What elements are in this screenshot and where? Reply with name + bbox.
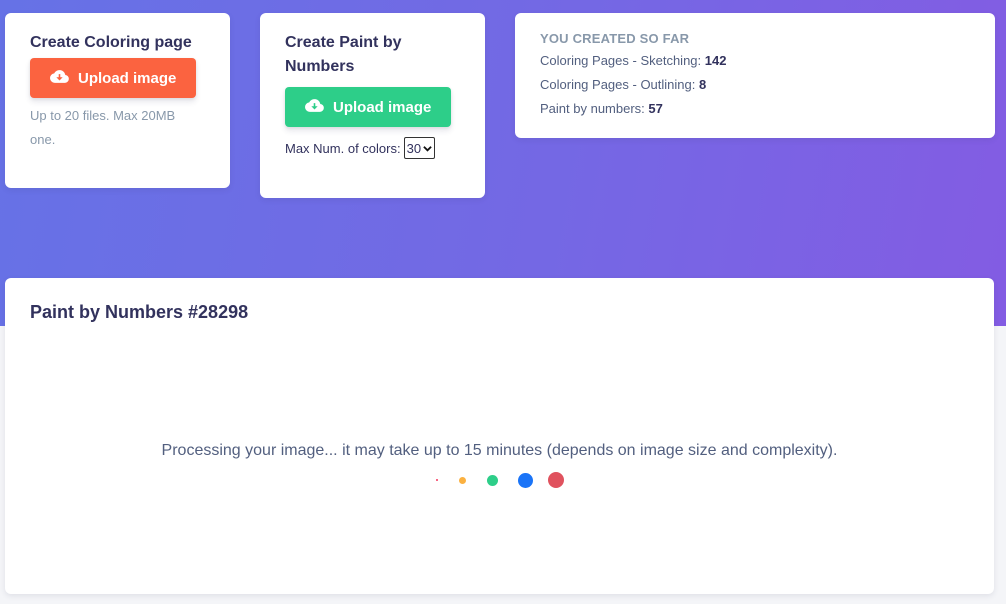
cloud-download-icon — [50, 67, 69, 90]
processing-message: Processing your image... it may take up … — [161, 442, 838, 459]
stats-value: 8 — [698, 77, 707, 92]
pbn-upload-button[interactable]: Upload image — [285, 87, 452, 127]
pbn-card-title: Create Paint by Numbers — [285, 34, 402, 75]
stats-value: 57 — [648, 101, 663, 116]
loading-indicator — [5, 472, 994, 488]
loader-dot — [486, 474, 498, 486]
stats-label: Paint by numbers: — [540, 101, 649, 116]
cloud-download-icon — [305, 96, 324, 119]
result-card: Paint by Numbers #28298 Processing your … — [5, 278, 994, 594]
pbn-upload-label: Upload image — [333, 98, 432, 116]
stats-line-sketching: Coloring Pages - Sketching: 142 — [540, 49, 970, 73]
stats-line-outlining: Coloring Pages - Outlining: 8 — [540, 73, 970, 97]
stats-line-paint-by-numbers: Paint by numbers: 57 — [540, 97, 970, 121]
create-paint-by-numbers-card: Create Paint by Numbers Upload image Max… — [260, 13, 485, 198]
stats-label: Coloring Pages - Outlining: — [540, 77, 699, 92]
max-colors-row: Max Num. of colors: 30 — [285, 137, 460, 159]
coloring-upload-button[interactable]: Upload image — [30, 58, 197, 98]
coloring-upload-label: Upload image — [78, 69, 177, 87]
stats-value: 142 — [704, 53, 727, 68]
result-title: Paint by Numbers #28298 — [30, 302, 249, 322]
created-stats-card: YOU CREATED SO FAR Coloring Pages - Sket… — [515, 13, 995, 138]
loader-dot — [547, 472, 564, 488]
max-colors-label: Max Num. of colors: — [285, 140, 401, 156]
loader-dot — [458, 476, 466, 484]
chevron-down-icon — [423, 141, 432, 156]
upload-hint: Up to 20 files. Max 20MB one. — [30, 108, 176, 147]
max-colors-value: 30 — [406, 140, 422, 156]
create-coloring-card: Create Coloring page Upload image Up to … — [5, 13, 230, 188]
stats-label: Coloring Pages - Sketching: — [540, 53, 705, 68]
loader-dot — [435, 479, 438, 481]
loader-dot — [517, 472, 533, 488]
max-colors-select[interactable]: 30 — [403, 137, 436, 159]
coloring-card-title: Create Coloring page — [30, 34, 192, 51]
stats-heading: YOU CREATED SO FAR — [540, 31, 690, 46]
